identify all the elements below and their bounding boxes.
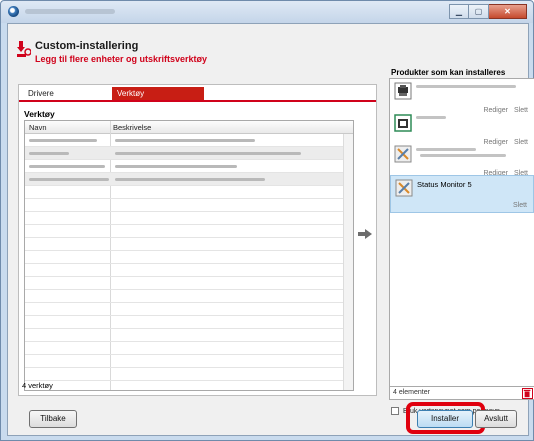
trash-glyph	[523, 389, 531, 398]
product-name: Status Monitor 5	[417, 180, 472, 189]
install-button[interactable]: Installer	[417, 410, 473, 428]
table-row-empty	[25, 368, 353, 381]
table-row-empty	[25, 225, 353, 238]
table-row-empty	[25, 251, 353, 264]
table-header: Navn Beskrivelse	[25, 121, 353, 134]
table-row-empty	[25, 238, 353, 251]
table-row-empty	[25, 212, 353, 225]
page-subtitle: Legg til flere enheter og utskriftsverkt…	[35, 54, 208, 64]
delete-link[interactable]: Slett	[513, 202, 527, 209]
product-item-selected[interactable]: Status Monitor 5 Slett	[390, 175, 534, 213]
section-label: Verktøy	[24, 109, 55, 119]
window-title-redacted	[25, 9, 115, 14]
table-row-empty	[25, 186, 353, 199]
table-row-empty	[25, 277, 353, 290]
close-button[interactable]: ✕	[489, 4, 527, 19]
client-area: Custom-installering Legg til flere enhet…	[7, 23, 534, 436]
table-row-empty	[25, 303, 353, 316]
table-row[interactable]	[25, 173, 353, 186]
tools-panel: Drivere Verktøy Verktøy Navn Beskrivelse	[18, 84, 377, 396]
tab-drivere[interactable]: Drivere	[23, 87, 113, 100]
table-row[interactable]	[25, 134, 353, 147]
tools-icon	[394, 145, 412, 163]
device-window-icon	[394, 114, 412, 132]
table-row-empty	[25, 329, 353, 342]
installer-window: ▁ ▢ ✕ Custom-installering Legg til flere…	[0, 0, 534, 441]
tools-table: Navn Beskrivelse	[24, 120, 354, 391]
page-title: Custom-installering	[35, 40, 139, 52]
table-row-empty	[25, 342, 353, 355]
tab-strip: Drivere Verktøy	[19, 85, 376, 102]
app-icon	[8, 6, 19, 17]
minimize-button[interactable]: ▁	[449, 4, 469, 19]
tools-icon	[395, 179, 413, 197]
products-title: Produkter som kan installeres	[391, 68, 506, 77]
table-row-empty	[25, 290, 353, 303]
column-header-name[interactable]: Navn	[29, 123, 47, 132]
table-row-empty	[25, 316, 353, 329]
table-row[interactable]	[25, 160, 353, 173]
tool-count: 4 verktøy	[22, 381, 53, 390]
table-scrollbar[interactable]	[343, 134, 353, 390]
product-actions: Slett	[507, 202, 527, 209]
table-row-empty	[25, 264, 353, 277]
exit-button[interactable]: Avslutt	[475, 410, 517, 428]
tab-verktoy[interactable]: Verktøy	[112, 87, 204, 100]
download-plus-icon	[17, 41, 31, 57]
maximize-button[interactable]: ▢	[469, 4, 489, 19]
printer-icon	[394, 82, 412, 100]
hostname-checkbox[interactable]	[391, 407, 399, 415]
table-row-empty	[25, 199, 353, 212]
add-arrow-icon[interactable]	[358, 229, 372, 239]
back-button[interactable]: Tilbake	[29, 410, 77, 428]
window-controls: ▁ ▢ ✕	[449, 4, 527, 19]
column-header-description[interactable]: Beskrivelse	[113, 123, 151, 132]
table-row-empty	[25, 355, 353, 368]
trash-icon[interactable]	[522, 388, 533, 399]
title-bar: ▁ ▢ ✕	[1, 1, 533, 23]
products-list: Rediger Slett Rediger Slett Rediger Slet…	[389, 78, 534, 400]
table-row[interactable]	[25, 147, 353, 160]
product-count: 4 elementer	[393, 389, 430, 396]
products-footer: 4 elementer	[389, 386, 534, 400]
